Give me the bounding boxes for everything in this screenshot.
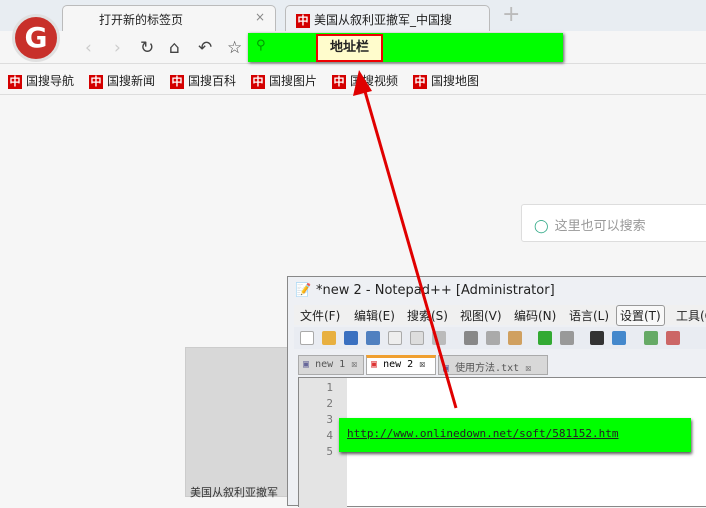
arrow-head (353, 70, 372, 96)
arrow-shaft (362, 87, 458, 409)
annotation-arrow (353, 70, 458, 409)
